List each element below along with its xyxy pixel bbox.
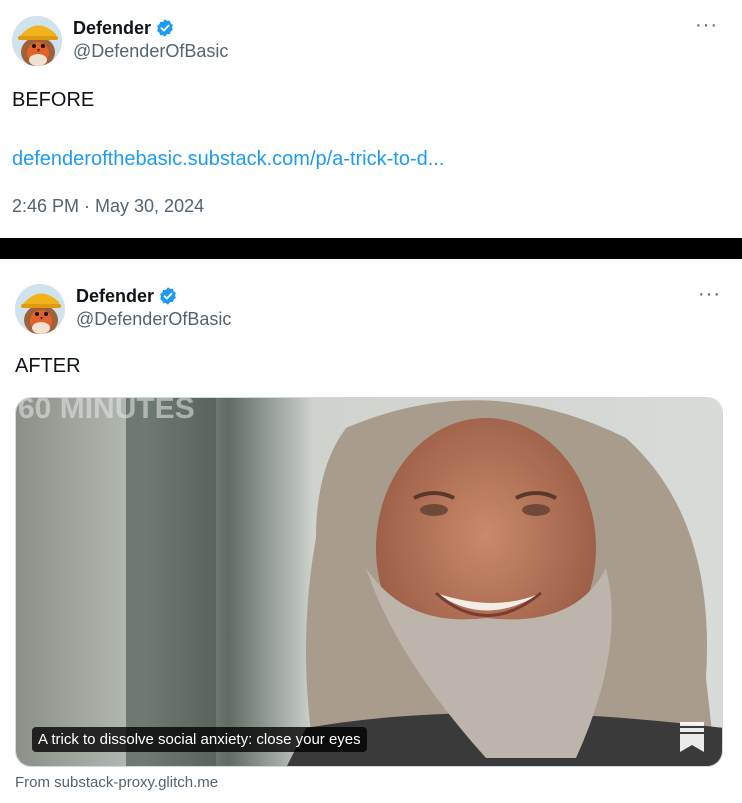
bird-avatar-icon	[15, 284, 65, 334]
tweet-timestamp[interactable]: 2:46 PM · May 30, 2024	[12, 196, 204, 217]
author-handle[interactable]: @DefenderOfBasic	[76, 309, 231, 330]
verified-badge-icon	[157, 19, 173, 37]
more-options-icon[interactable]: ···	[695, 15, 718, 35]
author-block[interactable]: Defender @DefenderOfBasic	[73, 16, 228, 62]
author-name[interactable]: Defender	[76, 286, 154, 307]
verified-badge-icon	[160, 287, 176, 305]
tweet-link[interactable]: defenderofthebasic.substack.com/p/a-tric…	[12, 148, 444, 171]
avatar[interactable]	[15, 284, 65, 334]
bird-avatar-icon	[12, 16, 62, 66]
author-block[interactable]: Defender @DefenderOfBasic	[76, 284, 231, 330]
svg-text:60 MINUTES: 60 MINUTES	[18, 398, 195, 425]
tweet-text: BEFORE	[12, 89, 95, 111]
media-card[interactable]: 60 MINUTES A trick to dissolve social an…	[15, 397, 723, 767]
tweet-text: AFTER	[15, 355, 81, 377]
tweet-before[interactable]: Defender @DefenderOfBasic ··· BEFORE def…	[0, 0, 742, 238]
60-minutes-watermark: 60 MINUTES	[18, 398, 195, 425]
media-source[interactable]: From substack-proxy.glitch.me	[15, 774, 218, 791]
tweet-after[interactable]: Defender @DefenderOfBasic ··· AFTER 60 M…	[0, 259, 742, 803]
video-thumbnail: 60 MINUTES	[16, 398, 722, 766]
avatar[interactable]	[12, 16, 62, 66]
bookmark-icon[interactable]	[678, 721, 706, 753]
media-caption: A trick to dissolve social anxiety: clos…	[32, 727, 367, 752]
author-name[interactable]: Defender	[73, 18, 151, 39]
divider-bar	[0, 238, 742, 259]
author-handle[interactable]: @DefenderOfBasic	[73, 41, 228, 62]
more-options-icon[interactable]: ···	[698, 284, 721, 304]
